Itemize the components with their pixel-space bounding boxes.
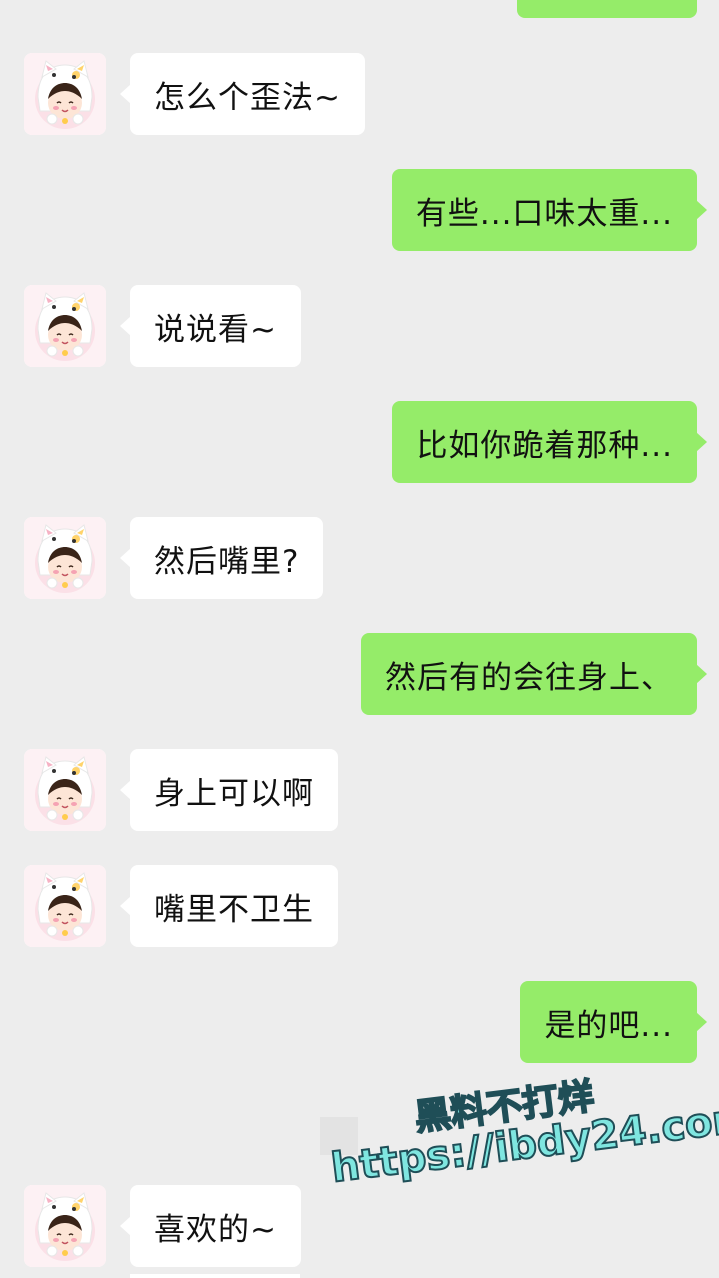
outgoing-message-bubble[interactable]: 是的吧... <box>520 981 707 1063</box>
cartoon-girl-cat-hood-icon <box>24 1185 106 1267</box>
cartoon-girl-cat-hood-icon <box>24 53 106 135</box>
cartoon-girl-cat-hood-icon <box>24 865 106 947</box>
contact-avatar[interactable] <box>24 285 106 367</box>
incoming-message-bubble[interactable]: 怎么个歪法~ <box>120 53 365 135</box>
cartoon-girl-cat-hood-icon <box>24 285 106 367</box>
partial-outgoing-bubble[interactable] <box>517 0 697 18</box>
incoming-message-bubble[interactable]: 然后嘴里? <box>119 517 324 599</box>
contact-avatar[interactable] <box>24 53 106 135</box>
watermark: 黑料不打烊 https://ibdy24.com <box>328 1070 719 1200</box>
incoming-message-bubble[interactable]: 身上可以啊 <box>120 749 338 831</box>
incoming-message-bubble[interactable]: 喜欢的~ <box>120 1185 301 1267</box>
outgoing-message-bubble[interactable]: 比如你跪着那种... <box>392 401 707 483</box>
outgoing-message-bubble[interactable]: 然后有的会往身上、 <box>361 633 707 715</box>
contact-avatar[interactable] <box>24 749 106 831</box>
contact-avatar[interactable] <box>24 517 106 599</box>
cartoon-girl-cat-hood-icon <box>24 749 106 831</box>
contact-avatar[interactable] <box>24 1185 106 1267</box>
contact-avatar[interactable] <box>24 865 106 947</box>
incoming-message-bubble[interactable]: 嘴里不卫生 <box>120 865 338 947</box>
cartoon-girl-cat-hood-icon <box>24 517 106 599</box>
partial-incoming-bubble[interactable] <box>130 1274 300 1278</box>
incoming-message-bubble[interactable]: 说说看~ <box>120 285 301 367</box>
outgoing-message-bubble[interactable]: 有些...口味太重... <box>391 169 708 251</box>
